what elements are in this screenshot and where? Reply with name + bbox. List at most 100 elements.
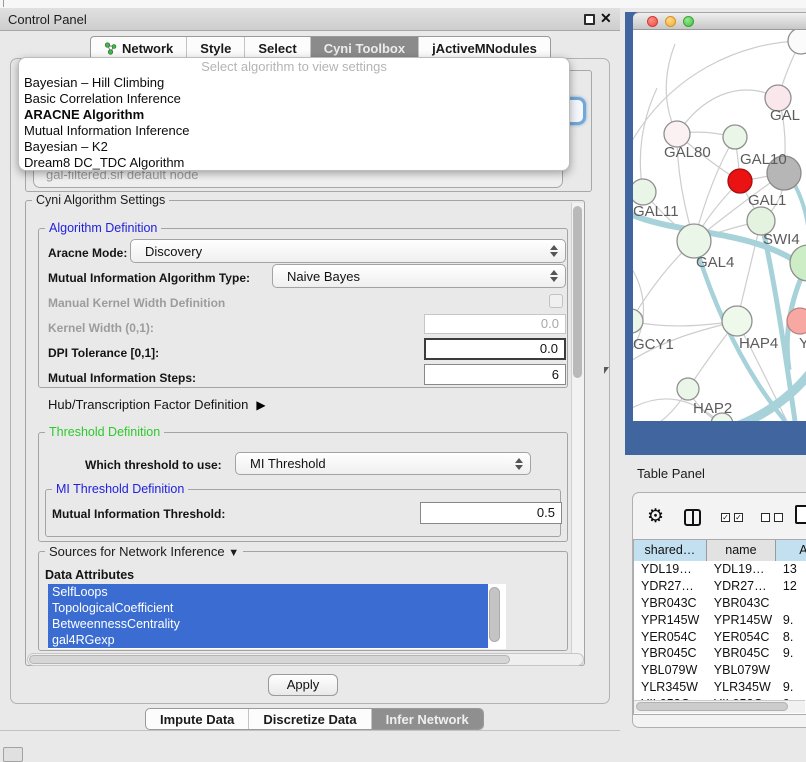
tab-discretize-data[interactable]: Discretize Data [249, 709, 371, 729]
tab-style[interactable]: Style [187, 37, 245, 59]
cell: YPR145W [707, 612, 776, 629]
which-threshold-combo[interactable]: MI Threshold [235, 452, 531, 475]
group-title: Threshold Definition [45, 425, 164, 439]
svg-text:GAL10: GAL10 [740, 151, 787, 168]
svg-text:GAL4: GAL4 [696, 254, 734, 271]
svg-text:Y: Y [799, 335, 806, 352]
network-canvas[interactable]: GAL GAL80 GAL10 GAL1 GAL11 SWI4 GAL4 GCY… [633, 30, 806, 421]
chevron-right-icon[interactable]: ▶ [256, 398, 265, 412]
apply-button[interactable]: Apply [268, 674, 338, 696]
list-item[interactable]: gal4RGexp [48, 632, 488, 648]
node-swi4 [790, 245, 806, 281]
dropdown-item[interactable]: Bayesian – Hill Climbing [19, 75, 569, 91]
gear-icon[interactable]: ⚙ [647, 505, 664, 528]
cell: 8. [776, 629, 806, 646]
dropdown-item[interactable]: Dream8 DC_TDC Algorithm [19, 155, 569, 171]
svg-text:GAL: GAL [770, 107, 800, 124]
combo-value: MI Threshold [236, 456, 514, 471]
table-row[interactable]: YPR145W YPR145W 9. [634, 612, 806, 629]
list-item[interactable]: BetweennessCentrality [48, 616, 488, 632]
kernel-width-field[interactable]: 0.0 [424, 314, 566, 334]
checked-checkbox-icon[interactable]: ✓ [721, 513, 730, 522]
table-row[interactable]: YDR27… YDR27… 12 [634, 578, 806, 595]
cell: YBR043C [634, 595, 707, 612]
table-hscrollbar-thumb[interactable] [636, 702, 788, 711]
screen: Control Panel ✕ Network Style Select Cyn… [0, 0, 806, 762]
columns-icon[interactable] [684, 509, 701, 526]
dropdown-item[interactable]: Bayesian – K2 [19, 139, 569, 155]
list-item[interactable]: SelfLoops [48, 584, 488, 600]
cell: YBR043C [707, 595, 776, 612]
svg-text:GAL11: GAL11 [633, 203, 679, 220]
table-row[interactable]: YLR345W YLR345W 9. [634, 679, 806, 696]
control-panel-title: Control Panel [8, 12, 87, 27]
table-row[interactable]: YBL079W YBL079W [634, 662, 806, 679]
svg-text:GCY1: GCY1 [633, 336, 674, 353]
column-header[interactable]: shared… [634, 540, 707, 561]
manual-kernel-checkbox[interactable] [549, 294, 563, 308]
aracne-mode-label: Aracne Mode: [48, 246, 127, 260]
list-scrollbar-thumb[interactable] [489, 587, 500, 642]
settings-scrollbar-thumb[interactable] [573, 206, 582, 378]
cell: YBR045C [707, 645, 776, 662]
mi-threshold-field[interactable]: 0.5 [420, 502, 562, 524]
column-header[interactable]: name [707, 540, 776, 561]
tab-label: Network [122, 41, 173, 56]
cell: YPR145W [634, 612, 707, 629]
tab-network[interactable]: Network [91, 37, 187, 59]
tab-infer-network[interactable]: Infer Network [372, 709, 483, 729]
mi-type-combo[interactable]: Naive Bayes [272, 264, 566, 288]
cell: YBR045C [634, 645, 707, 662]
cell: 9. [776, 612, 806, 629]
tab-cyni-toolbox[interactable]: Cyni Toolbox [311, 37, 419, 59]
table-row[interactable]: YER054C YER054C 8. [634, 629, 806, 646]
network-window-titlebar[interactable] [633, 12, 806, 30]
node-gal4 [677, 224, 711, 258]
group-title: Algorithm Definition [45, 221, 161, 235]
tab-select[interactable]: Select [245, 37, 310, 59]
sources-expander[interactable]: Sources for Network Inference ▼ [45, 544, 243, 559]
settings-hscrollbar-thumb[interactable] [29, 655, 510, 664]
stepper-icon [514, 458, 523, 470]
tab-jactivemnodules[interactable]: jActiveMNodules [419, 37, 550, 59]
table-row[interactable]: YBR045C YBR045C 9. [634, 645, 806, 662]
aracne-mode-combo[interactable]: Discovery [130, 239, 566, 263]
bottom-corner-button[interactable] [3, 747, 23, 762]
which-threshold-label: Which threshold to use: [85, 458, 222, 472]
dpi-tolerance-label: DPI Tolerance [0,1]: [48, 346, 159, 360]
algorithm-dropdown-popup: Select algorithm to view settings Bayesi… [18, 57, 570, 171]
list-item[interactable]: TopologicalCoefficient [48, 600, 488, 616]
cell: 12 [776, 578, 806, 595]
document-icon[interactable] [795, 505, 806, 524]
table-panel-title: Table Panel [637, 466, 705, 481]
tab-label: Select [258, 41, 296, 56]
zoom-window-button[interactable] [683, 16, 694, 27]
chevron-down-icon[interactable]: ▼ [228, 547, 239, 559]
tab-label: Cyni Toolbox [324, 41, 405, 56]
tab-impute-data[interactable]: Impute Data [146, 709, 249, 729]
panel-splitter-handle[interactable] [604, 367, 609, 374]
tab-label: Style [200, 41, 231, 56]
unchecked-checkbox-icon[interactable] [761, 513, 770, 522]
cell: YDR27… [634, 578, 707, 595]
close-window-button[interactable] [647, 16, 658, 27]
dpi-tolerance-field[interactable]: 0.0 [424, 338, 566, 360]
node-hap2 [677, 378, 699, 400]
column-header[interactable]: A [776, 540, 806, 561]
table-row[interactable]: YDL19… YDL19… 13 [634, 561, 806, 578]
dropdown-item[interactable]: Basic Correlation Inference [19, 91, 569, 107]
dropdown-item-selected[interactable]: ARACNE Algorithm [19, 107, 569, 123]
table-row[interactable]: YBR043C YBR043C [634, 595, 806, 612]
checked-checkbox-icon[interactable]: ✓ [734, 513, 743, 522]
float-window-button[interactable] [584, 14, 595, 25]
close-panel-button[interactable]: ✕ [600, 10, 612, 27]
mi-steps-field[interactable]: 6 [424, 364, 566, 385]
unchecked-checkbox-icon[interactable] [774, 513, 783, 522]
hub-definition-expander[interactable]: Hub/Transcription Factor Definition▶ [48, 397, 266, 412]
cell: YBL079W [707, 662, 776, 679]
tab-label: Impute Data [160, 712, 234, 727]
minimize-window-button[interactable] [665, 16, 676, 27]
dropdown-item[interactable]: Mutual Information Inference [19, 123, 569, 139]
network-icon [104, 42, 117, 55]
sources-title: Sources for Network Inference [49, 544, 225, 559]
